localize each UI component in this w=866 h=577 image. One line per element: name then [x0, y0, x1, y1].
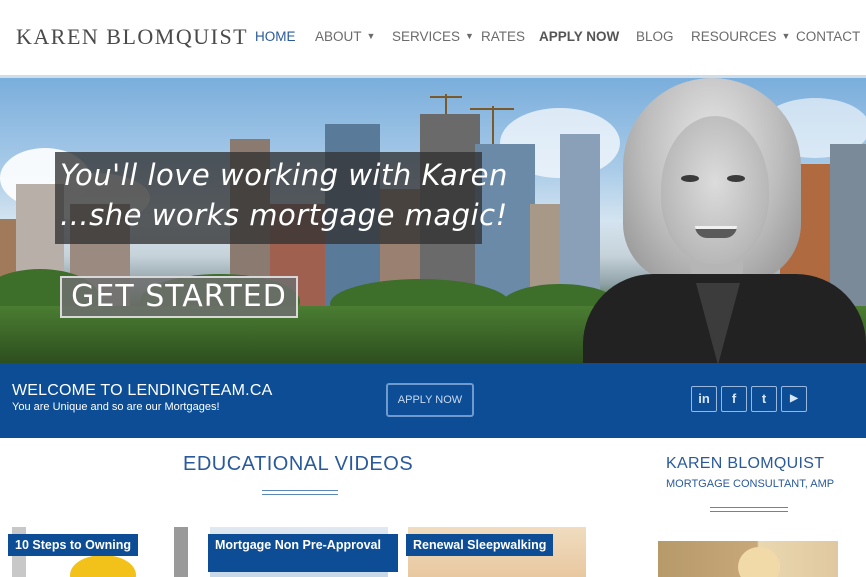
- sidebar-underline: [710, 511, 788, 512]
- sidebar-underline: [710, 507, 788, 508]
- heading-underline: [262, 494, 338, 495]
- educational-videos-heading: EDUCATIONAL VIDEOS: [183, 453, 414, 475]
- nav-apply-now[interactable]: APPLY NOW: [539, 29, 619, 44]
- linkedin-icon[interactable]: in: [691, 386, 717, 412]
- chevron-down-icon: ▼: [465, 31, 474, 41]
- sidebar-name: KAREN BLOMQUIST: [666, 455, 825, 472]
- portrait-eye: [727, 175, 745, 182]
- video-title[interactable]: Renewal Sleepwalking: [406, 534, 554, 556]
- welcome-bar: WELCOME TO LENDINGTEAM.CA You are Unique…: [0, 363, 866, 438]
- youtube-icon[interactable]: ▶: [781, 386, 807, 412]
- nav-rates[interactable]: RATES: [481, 29, 525, 44]
- nav-home[interactable]: HOME: [255, 29, 296, 44]
- video-title[interactable]: 10 Steps to Owning: [8, 534, 138, 556]
- welcome-subtitle: You are Unique and so are our Mortgages!: [12, 401, 220, 413]
- portrait-face: [661, 116, 769, 264]
- nav-services[interactable]: SERVICES ▼: [392, 29, 474, 44]
- welcome-title: WELCOME TO LENDINGTEAM.CA: [12, 382, 273, 399]
- chevron-down-icon: ▼: [781, 31, 791, 41]
- karen-portrait: [583, 78, 866, 364]
- sidebar-photo: [658, 541, 838, 577]
- nav-blog[interactable]: BLOG: [636, 29, 674, 44]
- portrait-eye: [681, 175, 699, 182]
- nav-contact[interactable]: CONTACT: [796, 29, 860, 44]
- heading-underline: [262, 490, 338, 491]
- crane-shape: [430, 96, 462, 98]
- get-started-button[interactable]: GET STARTED: [60, 276, 298, 318]
- site-header: KAREN BLOMQUIST HOME ABOUT ▼ SERVICES ▼ RA…: [0, 0, 866, 78]
- facebook-icon[interactable]: f: [721, 386, 747, 412]
- video-thumbnail-graphic: [70, 555, 136, 577]
- sidebar-photo-head: [738, 547, 780, 577]
- crane-shape: [470, 108, 514, 110]
- chevron-down-icon: ▼: [366, 31, 376, 41]
- hero-banner: You'll love working with Karen ...she wo…: [0, 78, 866, 364]
- video-title[interactable]: Mortgage Non Pre-Approval: [208, 534, 398, 572]
- nav-about[interactable]: ABOUT ▼: [315, 29, 375, 44]
- twitter-icon[interactable]: t: [751, 386, 777, 412]
- hero-tagline-line2: ...she works mortgage magic!: [60, 198, 508, 232]
- sidebar-role: MORTGAGE CONSULTANT, AMP: [666, 478, 835, 490]
- nav-resources[interactable]: RESOURCES ▼: [691, 29, 790, 44]
- portrait-smile: [695, 226, 737, 238]
- site-logo[interactable]: KAREN BLOMQUIST: [16, 24, 248, 50]
- hero-tagline-line1: You'll love working with Karen: [60, 158, 508, 192]
- apply-now-button[interactable]: APPLY NOW: [386, 383, 474, 417]
